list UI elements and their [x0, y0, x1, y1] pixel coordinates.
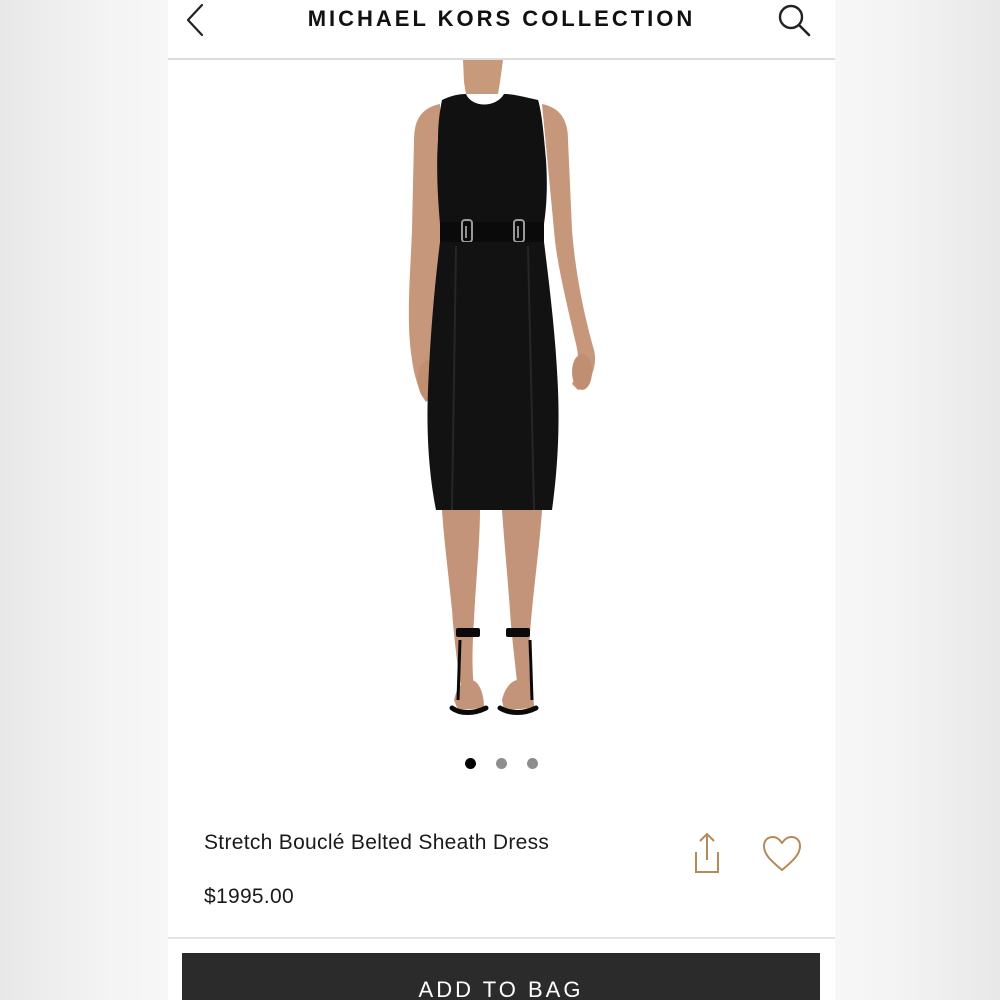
- product-name: Stretch Bouclé Belted Sheath Dress: [204, 831, 550, 854]
- back-button[interactable]: [176, 0, 216, 40]
- top-navigation-bar: MICHAEL KORS COLLECTION: [168, 0, 835, 60]
- add-to-bag-button[interactable]: ADD TO BAG: [182, 953, 820, 1000]
- backdrop-right: [835, 0, 1000, 1000]
- share-button[interactable]: [684, 830, 724, 876]
- dress-model-illustration: [408, 60, 596, 715]
- search-button[interactable]: [771, 0, 815, 40]
- carousel-dot-3[interactable]: [527, 758, 539, 769]
- backdrop-left: [0, 0, 168, 1000]
- share-icon: [695, 833, 719, 873]
- product-price: $1995.00: [204, 885, 294, 908]
- product-image[interactable]: [168, 60, 835, 740]
- carousel-dot-2[interactable]: [496, 758, 507, 769]
- carousel-indicator: [168, 756, 835, 770]
- section-divider: [168, 937, 835, 939]
- page-title: MICHAEL KORS COLLECTION: [307, 6, 696, 31]
- carousel-dot-1[interactable]: [464, 758, 476, 769]
- search-icon: [778, 4, 811, 37]
- favorite-button[interactable]: [760, 834, 804, 874]
- heart-icon: [763, 836, 801, 871]
- chevron-left-icon: [186, 3, 204, 37]
- app-screen: MICHAEL KORS COLLECTION Stretch Bouclé B…: [168, 0, 835, 1000]
